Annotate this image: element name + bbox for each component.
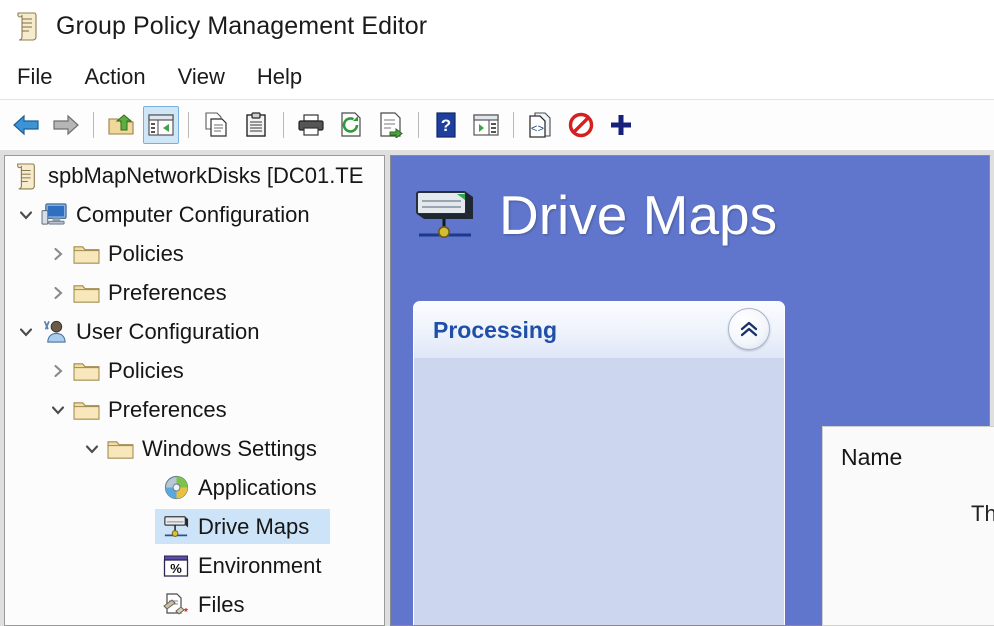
view-xml-icon[interactable]: <> [523,106,559,144]
up-one-level-icon[interactable] [103,106,139,144]
svg-text:*: * [184,607,188,617]
paste-icon[interactable] [238,106,274,144]
tree-node-label: spbMapNetworkDisks [DC01.TE [48,162,364,188]
copy-icon[interactable] [198,106,234,144]
drive-maps-icon [161,512,191,542]
applications-disc-icon [161,473,191,503]
toolbar-separator [418,111,419,138]
tree-node-user-preferences[interactable]: Preferences [5,390,384,429]
forward-icon[interactable] [48,106,84,144]
toolbar-separator [188,111,189,138]
work-area: spbMapNetworkDisks [DC01.TE Computer Con… [0,150,994,626]
policy-document-icon [11,161,41,191]
computer-icon [39,200,69,230]
tree-node-computer-preferences[interactable]: Preferences [5,273,384,312]
chevron-down-icon[interactable] [13,195,39,234]
export-list-icon[interactable] [373,106,409,144]
folder-icon [71,278,101,308]
tree-node-drive-maps[interactable]: Drive Maps [5,507,384,546]
menu-item-file[interactable]: File [14,62,69,92]
title-bar: Group Policy Management Editor [0,0,994,52]
drive-maps-large-icon [413,188,479,242]
files-icon: * [161,590,191,620]
drive-list-pane[interactable]: Name Th [822,426,994,626]
toolbar-separator [283,111,284,138]
tree-node-windows-settings[interactable]: Windows Settings [5,429,384,468]
new-item-icon[interactable] [603,106,639,144]
policy-document-icon [12,10,42,42]
processing-panel-header[interactable]: Processing [414,302,784,358]
tree-node-files[interactable]: * Files [5,585,384,624]
window-title: Group Policy Management Editor [56,11,428,40]
tree-node-computer-configuration[interactable]: Computer Configuration [5,195,384,234]
chevron-right-icon[interactable] [45,273,71,312]
processing-panel: Processing [413,301,785,625]
processing-panel-body [414,358,784,625]
svg-text:%: % [170,561,182,576]
menu-item-action[interactable]: Action [81,62,162,92]
processing-title: Processing [433,316,557,343]
folder-icon [71,239,101,269]
tree-node-gpo-root[interactable]: spbMapNetworkDisks [DC01.TE [5,156,384,195]
chevron-down-icon[interactable] [79,429,105,468]
folder-icon [71,356,101,386]
folder-icon [105,434,135,464]
tree-node-label: Environment [198,552,322,578]
chevron-down-icon[interactable] [45,390,71,429]
tree-node-applications[interactable]: Applications [5,468,384,507]
folder-icon [71,395,101,425]
console-tree-pane[interactable]: spbMapNetworkDisks [DC01.TE Computer Con… [4,155,385,626]
tree-node-label: Policies [108,240,184,266]
toolbar-separator [93,111,94,138]
tree-node-label: Files [198,591,245,617]
tree-node-environment[interactable]: % Environment [5,546,384,585]
print-icon[interactable] [293,106,329,144]
tree-node-label: User Configuration [76,318,260,344]
back-icon[interactable] [8,106,44,144]
page-title: Drive Maps [499,184,778,246]
tree-node-user-policies[interactable]: Policies [5,351,384,390]
refresh-icon[interactable] [333,106,369,144]
show-hide-console-tree-icon[interactable] [143,105,179,144]
tree-node-label: Drive Maps [198,513,310,539]
tree-node-label: Computer Configuration [76,201,310,227]
tree-node-computer-policies[interactable]: Policies [5,234,384,273]
menu-bar: File Action View Help [0,55,994,98]
svg-text:?: ? [441,116,451,135]
environment-icon: % [161,551,191,581]
tree-node-user-configuration[interactable]: User Configuration [5,312,384,351]
toolbar: ? <> [0,99,994,149]
chevron-down-icon[interactable] [13,312,39,351]
tree-node-label: Windows Settings [142,435,317,461]
tree-node-label: Preferences [108,396,227,422]
tree-node-label: Policies [108,357,184,383]
svg-text:<>: <> [531,124,544,136]
double-chevron-up-icon[interactable] [728,308,770,350]
column-header-name[interactable]: Name [841,444,994,471]
disable-icon[interactable] [563,106,599,144]
list-description-text: Th [971,501,994,526]
drive-maps-header: Drive Maps [391,156,989,274]
chevron-right-icon[interactable] [45,234,71,273]
application-window: Group Policy Management Editor File Acti… [0,0,994,626]
help-icon[interactable]: ? [428,106,464,144]
tree-node-label: Applications [198,474,317,500]
menu-item-view[interactable]: View [175,62,242,92]
tree-node-label: Preferences [108,279,227,305]
chevron-right-icon[interactable] [45,351,71,390]
show-hide-action-pane-icon[interactable] [468,106,504,144]
menu-item-help[interactable]: Help [254,62,319,92]
user-icon [39,317,69,347]
toolbar-separator [513,111,514,138]
